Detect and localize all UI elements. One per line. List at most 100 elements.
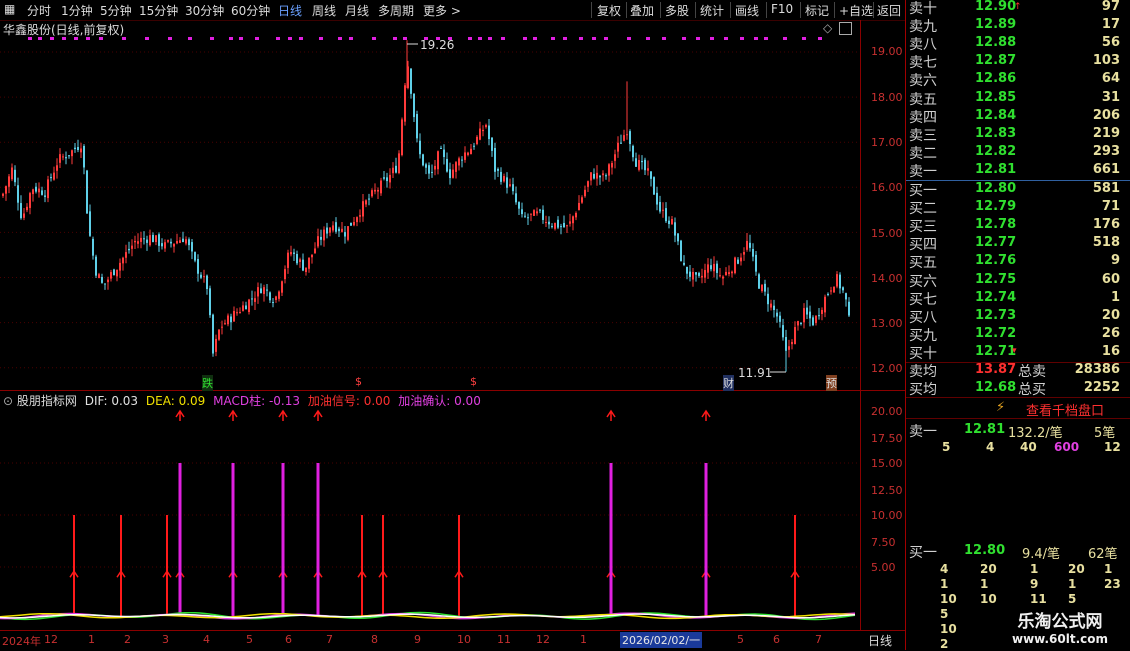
up-arrow-icon bbox=[378, 569, 388, 582]
sell-level-price[interactable]: 12.89 bbox=[975, 17, 1016, 32]
tab-period-weekly[interactable]: 周线 bbox=[312, 2, 336, 19]
event-marker-forecast[interactable]: 预 bbox=[826, 375, 837, 391]
back-button[interactable]: 返回 bbox=[877, 2, 901, 19]
candle-body bbox=[461, 159, 463, 161]
buy-level-price[interactable]: 12.73 bbox=[975, 308, 1016, 323]
signal-dot bbox=[50, 37, 54, 40]
f10-button[interactable]: F10 bbox=[771, 2, 793, 16]
add-favorite-button[interactable]: +自选 bbox=[839, 2, 873, 19]
candle-body bbox=[131, 245, 133, 249]
candle-body bbox=[236, 312, 238, 314]
sell-level-price[interactable]: 12.88 bbox=[975, 35, 1016, 50]
stats-button[interactable]: 统计 bbox=[700, 2, 724, 19]
multi-stock-button[interactable]: 多股 bbox=[665, 2, 689, 19]
buy-level-price[interactable]: 12.72 bbox=[975, 326, 1016, 341]
candle-body bbox=[293, 252, 295, 254]
buy-level-label: 买七 bbox=[909, 291, 937, 308]
queue-item: 4 bbox=[986, 440, 995, 454]
buy-level-price[interactable]: 12.78 bbox=[975, 217, 1016, 232]
date-label: 12 bbox=[536, 633, 550, 646]
candle-body bbox=[380, 180, 382, 194]
sell-level-volume: 64 bbox=[1101, 71, 1120, 87]
tab-period-6[interactable]: 60分钟 bbox=[231, 2, 270, 19]
tab-period-4[interactable]: 15分钟 bbox=[139, 2, 178, 19]
candle-body bbox=[356, 217, 358, 223]
buy-level-price[interactable]: 12.71 bbox=[975, 344, 1016, 359]
buy-level-price[interactable]: 12.74 bbox=[975, 290, 1016, 305]
sell-level-label: 卖一 bbox=[909, 163, 937, 180]
sell-level-price[interactable]: 12.85 bbox=[975, 90, 1016, 105]
buy-level-price[interactable]: 12.75 bbox=[975, 272, 1016, 287]
draw-line-button[interactable]: 画线 bbox=[735, 2, 759, 19]
candle-body bbox=[488, 125, 490, 140]
candle-body bbox=[845, 293, 847, 300]
buy-level-price[interactable]: 12.77 bbox=[975, 235, 1016, 250]
candle-body bbox=[164, 242, 166, 249]
candle-body bbox=[509, 184, 511, 187]
event-marker-dollar[interactable]: $ bbox=[355, 375, 362, 388]
event-marker-drop[interactable]: 跌 bbox=[202, 375, 213, 391]
candle-body bbox=[494, 147, 496, 172]
buy-level-label: 买五 bbox=[909, 255, 937, 272]
candlestick-chart[interactable] bbox=[0, 20, 860, 390]
candle-body bbox=[266, 289, 268, 291]
indicator-chart[interactable] bbox=[0, 390, 860, 630]
candle-body bbox=[527, 217, 529, 219]
event-marker-finance[interactable]: 财 bbox=[723, 375, 734, 391]
overlay-button[interactable]: 叠加 bbox=[630, 2, 654, 19]
menu-icon[interactable]: ▦ bbox=[4, 2, 15, 16]
adjust-button[interactable]: 复权 bbox=[597, 2, 621, 19]
candle-body bbox=[830, 290, 832, 292]
buy-level-price[interactable]: 12.76 bbox=[975, 253, 1016, 268]
tab-period-more[interactable]: 更多 > bbox=[423, 2, 461, 19]
sell-level-price[interactable]: 12.84 bbox=[975, 108, 1016, 123]
depth-button[interactable]: 查看千档盘口 bbox=[1026, 400, 1104, 419]
sell-level-volume: 97 bbox=[1101, 0, 1120, 14]
tab-period-3[interactable]: 5分钟 bbox=[100, 2, 132, 19]
toolbar-divider bbox=[591, 2, 592, 18]
tab-period-5[interactable]: 30分钟 bbox=[185, 2, 224, 19]
sell-level-price[interactable]: 12.90 bbox=[975, 0, 1016, 14]
total-sell-value: 28386 bbox=[1074, 362, 1120, 377]
sell-level-price[interactable]: 12.82 bbox=[975, 144, 1016, 159]
queue-item: 10 bbox=[940, 592, 957, 606]
mark-button[interactable]: 标记 bbox=[805, 2, 829, 19]
candle-body bbox=[38, 188, 40, 193]
sell-level-price[interactable]: 12.87 bbox=[975, 53, 1016, 68]
buy-level-price[interactable]: 12.80 bbox=[975, 181, 1016, 196]
candle-body bbox=[68, 155, 70, 157]
candle-body bbox=[275, 296, 277, 300]
period-indicator[interactable]: 日线 bbox=[868, 632, 892, 649]
tab-period-daily[interactable]: 日线 bbox=[278, 2, 302, 19]
event-marker-dollar[interactable]: $ bbox=[470, 375, 477, 388]
indicator-tick: 5.00 bbox=[871, 561, 896, 574]
candle-body bbox=[305, 267, 307, 273]
tab-period-1[interactable]: 分时 bbox=[27, 2, 51, 19]
sell-level-price[interactable]: 12.83 bbox=[975, 126, 1016, 141]
candle-body bbox=[314, 248, 316, 254]
candle-body bbox=[338, 228, 340, 232]
candle-body bbox=[581, 197, 583, 203]
candle-body bbox=[734, 257, 736, 274]
signal-dot bbox=[319, 37, 323, 40]
candle-body bbox=[425, 164, 427, 168]
candle-body bbox=[449, 169, 451, 179]
candle-body bbox=[575, 212, 577, 218]
buy-level-volume: 26 bbox=[1101, 325, 1120, 341]
sell1-detail-price: 12.81 bbox=[964, 422, 1006, 437]
candle-body bbox=[365, 200, 367, 205]
buy-level-price[interactable]: 12.79 bbox=[975, 199, 1016, 214]
tab-period-monthly[interactable]: 月线 bbox=[345, 2, 369, 19]
tab-period-multi[interactable]: 多周期 bbox=[378, 2, 414, 19]
candle-body bbox=[182, 238, 184, 243]
date-label: 4 bbox=[203, 633, 210, 646]
candle-body bbox=[260, 288, 262, 294]
up-arrow-icon bbox=[278, 409, 288, 421]
sell-level-price[interactable]: 12.86 bbox=[975, 71, 1016, 86]
candle-body bbox=[89, 211, 91, 236]
candle-body bbox=[23, 213, 25, 218]
candle-body bbox=[278, 291, 280, 299]
sell-level-price[interactable]: 12.81 bbox=[975, 162, 1016, 177]
candle-body bbox=[683, 262, 685, 265]
tab-period-2[interactable]: 1分钟 bbox=[61, 2, 93, 19]
